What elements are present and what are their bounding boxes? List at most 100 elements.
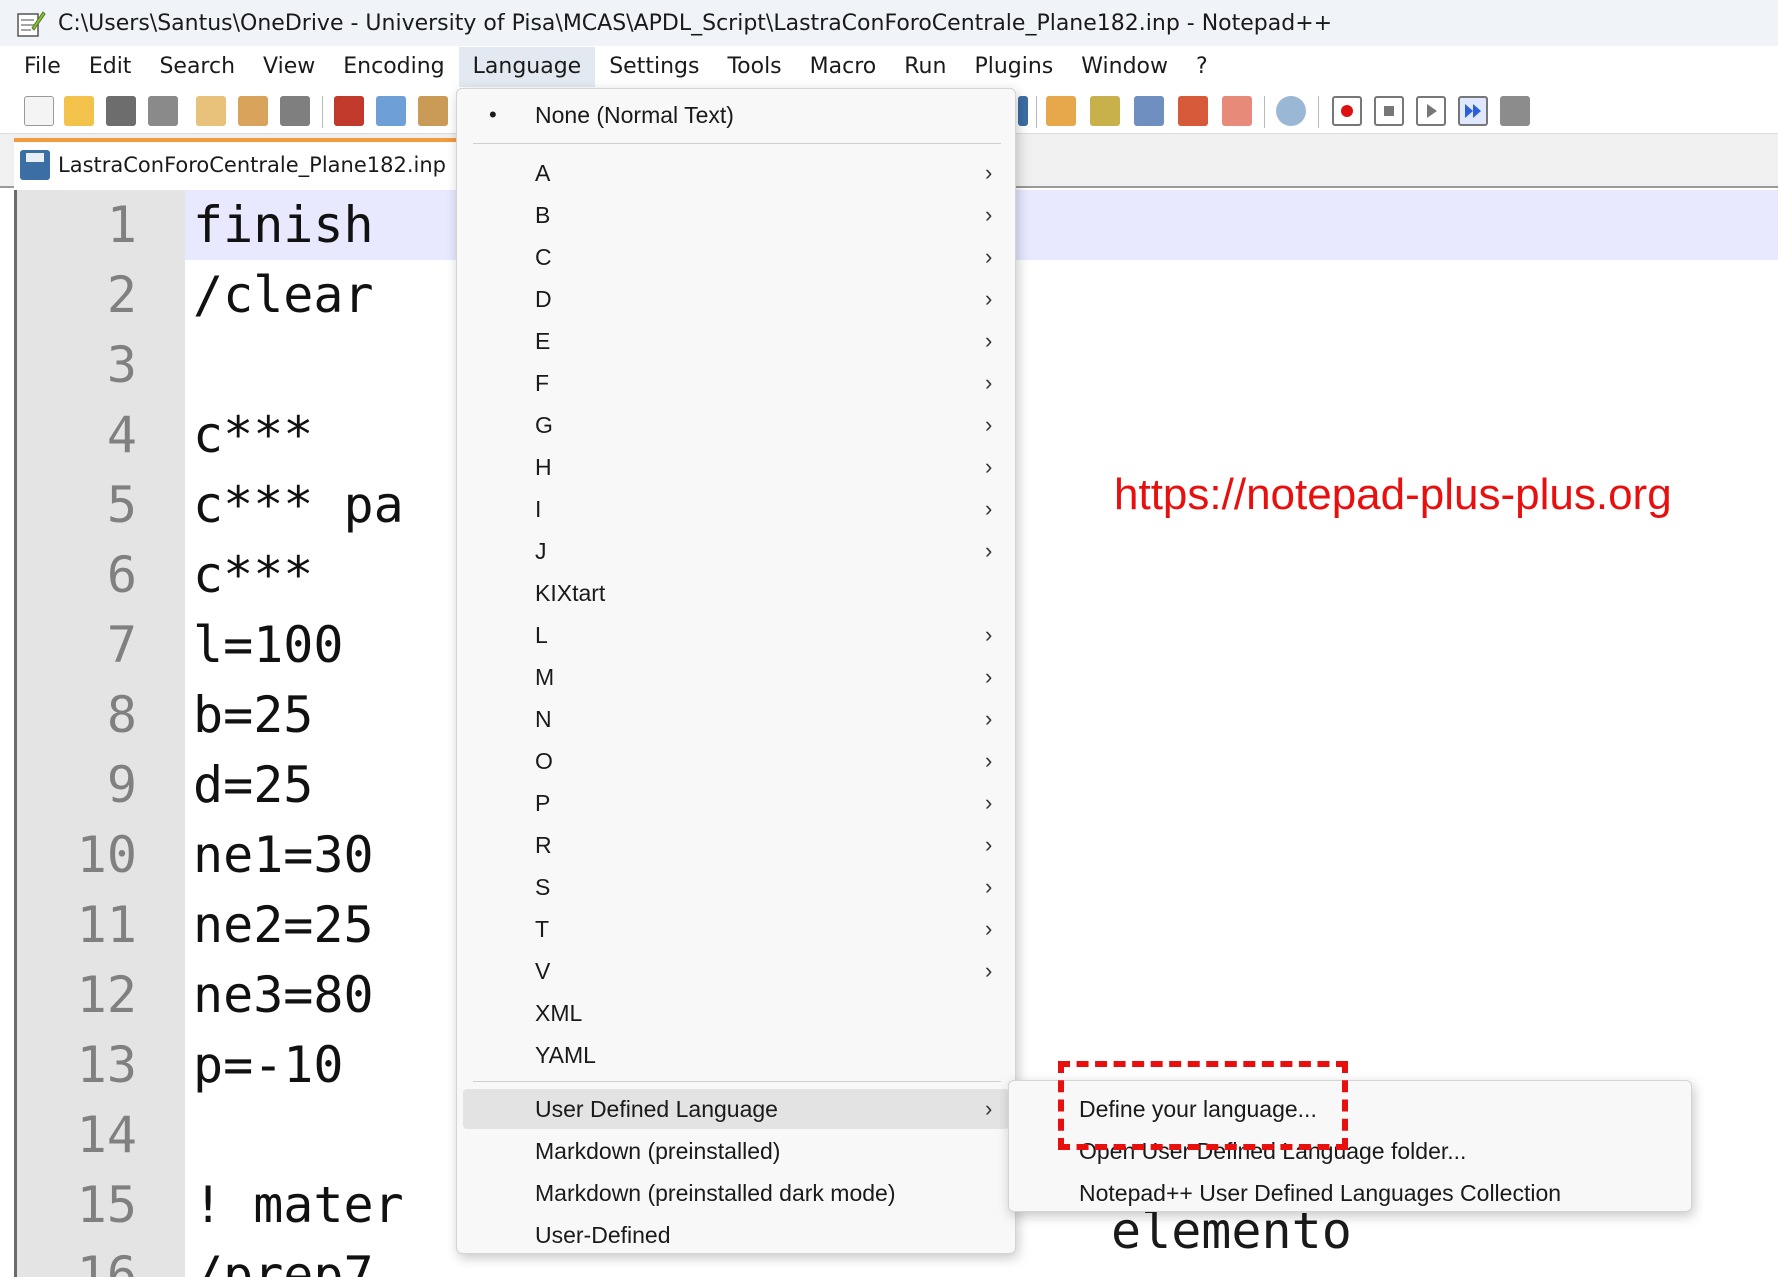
line-number: 9 [106,756,137,814]
line-text[interactable]: l=100 [193,610,344,680]
menu-tools[interactable]: Tools [713,47,795,87]
line-text[interactable]: ne2=25 [193,890,374,960]
menu-item-letter-t[interactable]: T › [463,909,1009,949]
line-text[interactable]: b=25 [193,680,313,750]
menu-item-none-normal-text[interactable]: • None (Normal Text) [463,95,1009,135]
close-all-icon[interactable] [238,96,268,126]
chevron-right-icon: › [985,874,993,899]
menu-file[interactable]: File [10,47,75,87]
menu-language[interactable]: Language [458,47,596,87]
menu-search[interactable]: Search [145,47,249,87]
menu-item-yaml[interactable]: YAML [463,1035,1009,1075]
chevron-right-icon: › [985,706,993,731]
line-text[interactable]: ! mater [193,1170,404,1240]
menu-window[interactable]: Window [1067,47,1182,87]
menu-item-xml[interactable]: XML [463,993,1009,1033]
function-list-icon[interactable] [1090,96,1120,126]
menu-item-letter-c[interactable]: C › [463,237,1009,277]
save-all-icon[interactable] [148,96,178,126]
chevron-right-icon: › [985,748,993,773]
line-text[interactable]: p=-10 [193,1030,344,1100]
menu-help[interactable]: ? [1182,47,1222,87]
line-text[interactable]: c*** [193,400,313,470]
line-text[interactable]: ne3=80 [193,960,374,1030]
paste-icon[interactable] [418,96,448,126]
menu-item-letter-j[interactable]: J › [463,531,1009,571]
close-file-icon[interactable] [196,96,226,126]
chevron-right-icon: › [985,370,993,395]
selected-bullet-icon: • [489,102,497,127]
menu-item-user-defined[interactable]: User-Defined [463,1215,1009,1255]
menu-item-markdown-dark-mode[interactable]: Markdown (preinstalled dark mode) [463,1173,1009,1213]
window-title: C:\Users\Santus\OneDrive - University of… [58,10,1333,36]
menu-item-letter-d[interactable]: D › [463,279,1009,319]
menu-item-letter-l[interactable]: L › [463,615,1009,655]
menu-plugins[interactable]: Plugins [960,47,1067,87]
menu-view[interactable]: View [249,47,329,87]
line-number: 13 [76,1036,137,1094]
tab-label: LastraConForoCentrale_Plane182.inp [58,153,446,177]
cut-icon[interactable] [334,96,364,126]
menu-item-letter-v[interactable]: V › [463,951,1009,991]
menu-item-letter-o[interactable]: O › [463,741,1009,781]
print-icon[interactable] [280,96,310,126]
play-macro-icon[interactable] [1416,96,1446,126]
run-macro-multiple-icon[interactable] [1458,96,1488,126]
function-icon[interactable] [1178,96,1208,126]
menu-bar: File Edit Search View Encoding Language … [0,46,1778,88]
menu-item-letter-g[interactable]: G › [463,405,1009,445]
menu-item-letter-p[interactable]: P › [463,783,1009,823]
menu-encoding[interactable]: Encoding [329,47,458,87]
tab-current-file[interactable]: LastraConForoCentrale_Plane182.inp [14,138,474,188]
line-text[interactable]: /prep7 [193,1240,374,1277]
doc-map-icon[interactable] [1046,96,1076,126]
line-number: 12 [76,966,137,1024]
chevron-right-icon: › [985,958,993,983]
copy-icon[interactable] [376,96,406,126]
menu-item-letter-s[interactable]: S › [463,867,1009,907]
line-text[interactable]: c*** [193,540,313,610]
menu-edit[interactable]: Edit [75,47,146,87]
folder-as-workspace-icon[interactable] [1134,96,1164,126]
menu-item-kixtart[interactable]: KIXtart [463,573,1009,613]
menu-item-letter-i[interactable]: I › [463,489,1009,529]
menu-item-letter-r[interactable]: R › [463,825,1009,865]
menu-separator [473,143,1001,144]
project-panel-icon[interactable] [1222,96,1252,126]
menu-item-letter-b[interactable]: B › [463,195,1009,235]
open-file-icon[interactable] [64,96,94,126]
line-text[interactable]: d=25 [193,750,313,820]
save-macro-icon[interactable] [1500,96,1530,126]
menu-item-letter-m[interactable]: M › [463,657,1009,697]
stop-macro-icon[interactable] [1374,96,1404,126]
line-text[interactable]: ne1=30 [193,820,374,890]
menu-item-udl-collection[interactable]: Notepad++ User Defined Languages Collect… [1079,1173,1561,1213]
line-text[interactable]: /clear [193,260,374,330]
record-macro-icon[interactable] [1332,96,1362,126]
language-menu-dropdown: • None (Normal Text) A › B › C › D › E › F › G… [456,88,1016,1254]
menu-item-label: User Defined Language [535,1096,778,1122]
line-number: 16 [76,1246,137,1277]
menu-item-letter-e[interactable]: E › [463,321,1009,361]
menu-item-label: T [535,916,550,942]
menu-item-letter-n[interactable]: N › [463,699,1009,739]
menu-item-markdown-preinstalled[interactable]: Markdown (preinstalled) [463,1131,1009,1171]
menu-item-letter-a[interactable]: A › [463,153,1009,193]
new-file-icon[interactable] [24,96,54,126]
menu-item-user-defined-language[interactable]: User Defined Language › [463,1089,1009,1129]
menu-item-letter-h[interactable]: H › [463,447,1009,487]
line-text[interactable]: c*** pa [193,470,404,540]
menu-macro[interactable]: Macro [796,47,891,87]
save-icon[interactable] [106,96,136,126]
menu-item-label: D [535,286,552,312]
menu-item-label: C [535,244,552,270]
line-number: 4 [106,406,137,464]
menu-item-letter-f[interactable]: F › [463,363,1009,403]
menu-item-label: F [535,370,550,396]
toolbar-separator [1318,96,1319,128]
wrap-icon[interactable] [1018,96,1028,126]
menu-settings[interactable]: Settings [595,47,713,87]
menu-run[interactable]: Run [890,47,960,87]
line-text[interactable]: finish [193,190,374,260]
monitoring-eye-icon[interactable] [1276,96,1306,126]
